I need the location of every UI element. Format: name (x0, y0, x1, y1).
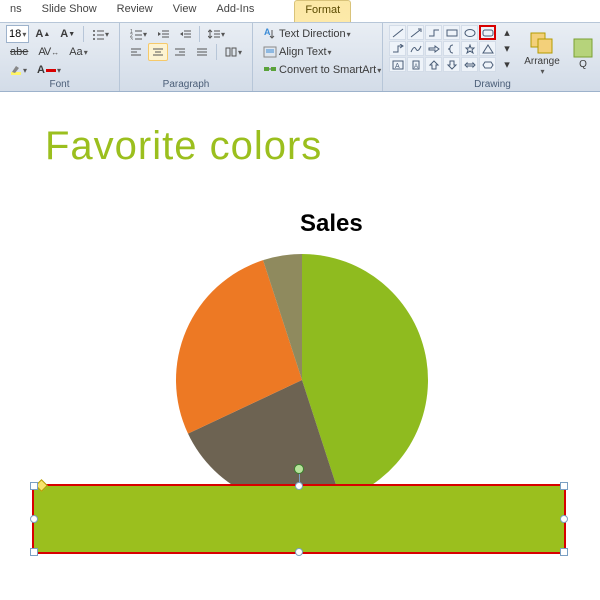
paragraph-group-label: Paragraph (120, 79, 252, 91)
shape-connector[interactable] (425, 25, 442, 40)
font-size-value: 18 (9, 28, 21, 40)
rotation-handle[interactable] (294, 464, 304, 474)
ribbon-tabs: ns Slide Show Review View Add-Ins Format (0, 0, 600, 22)
bullets-button[interactable]: ▾ (88, 25, 113, 43)
tab-view[interactable]: View (163, 0, 207, 22)
svg-text:A: A (414, 64, 418, 70)
svg-text:A: A (264, 27, 271, 37)
quick-styles-icon (572, 37, 594, 59)
text-options-group: A Text Direction▾ Align Text▾ Convert to… (253, 23, 383, 91)
tab-addins[interactable]: Add-Ins (206, 0, 264, 22)
chart-title: Sales (300, 210, 363, 238)
resize-handle-nw[interactable] (30, 482, 38, 490)
font-group: 18▾ A▲ A▼ ▾ abe AV↔ Aa▾ ▾ A▾ Font (0, 23, 120, 91)
shape-line[interactable] (389, 25, 406, 40)
font-color-button[interactable]: A▾ (33, 61, 65, 79)
shape-oval[interactable] (461, 25, 478, 40)
resize-handle-s[interactable] (295, 548, 303, 556)
highlight-button[interactable]: ▾ (6, 61, 31, 79)
shapes-gallery[interactable]: A A (389, 25, 496, 72)
increase-indent-button[interactable] (175, 25, 195, 43)
align-right-button[interactable] (170, 43, 190, 61)
slide-title[interactable]: Favorite colors (45, 124, 322, 169)
convert-smartart-button[interactable]: Convert to SmartArt▾ (259, 61, 385, 79)
justify-button[interactable] (192, 43, 212, 61)
shape-rounded-rect[interactable] (479, 25, 496, 40)
tab-review[interactable]: Review (107, 0, 163, 22)
shapes-scroll-down[interactable]: ▾ (500, 41, 514, 56)
text-direction-icon: A (263, 27, 277, 41)
shape-star[interactable] (461, 41, 478, 56)
resize-handle-e[interactable] (560, 515, 568, 523)
tab-format[interactable]: Format (294, 0, 351, 22)
tab-slideshow[interactable]: Slide Show (32, 0, 107, 22)
align-left-button[interactable] (126, 43, 146, 61)
resize-handle-n[interactable] (295, 482, 303, 490)
change-case-button[interactable]: Aa▾ (65, 43, 91, 61)
char-spacing-button[interactable]: AV↔ (34, 43, 63, 61)
font-group-label: Font (0, 79, 119, 91)
arrange-icon (528, 30, 556, 56)
shape-vtext[interactable]: A (407, 57, 424, 72)
shape-up-arrow[interactable] (425, 57, 442, 72)
line-spacing-button[interactable]: ▾ (204, 25, 229, 43)
decrease-indent-button[interactable] (153, 25, 173, 43)
resize-handle-sw[interactable] (30, 548, 38, 556)
strike-button[interactable]: abe (6, 43, 32, 61)
align-text-button[interactable]: Align Text▾ (259, 43, 336, 61)
resize-handle-w[interactable] (30, 515, 38, 523)
shape-brace[interactable] (443, 41, 460, 56)
shape-freeform[interactable] (407, 41, 424, 56)
shape-triangle[interactable] (479, 41, 496, 56)
slide-canvas: Favorite colors Sales (0, 92, 600, 600)
align-center-button[interactable] (148, 43, 168, 61)
svg-text:3: 3 (130, 37, 133, 40)
shape-hexagon[interactable] (479, 57, 496, 72)
quick-styles-button[interactable]: Q (570, 25, 596, 81)
align-text-icon (263, 45, 277, 59)
svg-text:A: A (395, 63, 400, 70)
paragraph-group: 123▾ ▾ ▾ Paragraph (120, 23, 253, 91)
grow-font-button[interactable]: A▲ (31, 25, 54, 43)
drawing-group-label: Drawing (383, 79, 600, 91)
tab-partial[interactable]: ns (0, 0, 32, 22)
shape-rect[interactable] (443, 25, 460, 40)
smartart-icon (263, 63, 277, 77)
selected-shape[interactable] (33, 485, 565, 553)
shape-textbox[interactable]: A (389, 57, 406, 72)
shape-arrow[interactable] (407, 25, 424, 40)
drawing-group: A A ▴ ▾ ▾ Arrange ▾ Q (383, 23, 600, 91)
text-direction-button[interactable]: A Text Direction▾ (259, 25, 355, 43)
shrink-font-button[interactable]: A▼ (56, 25, 79, 43)
numbering-button[interactable]: 123▾ (126, 25, 151, 43)
resize-handle-ne[interactable] (560, 482, 568, 490)
shapes-more[interactable]: ▾ (500, 57, 514, 72)
arrange-button[interactable]: Arrange ▾ (518, 25, 566, 81)
shapes-scroll-up[interactable]: ▴ (500, 25, 514, 40)
columns-button[interactable]: ▾ (221, 43, 246, 61)
resize-handle-se[interactable] (560, 548, 568, 556)
shape-down-arrow[interactable] (443, 57, 460, 72)
shape-right-arrow[interactable] (425, 41, 442, 56)
shape-double-arrow[interactable] (461, 57, 478, 72)
font-size-box[interactable]: 18▾ (6, 25, 29, 43)
ribbon: 18▾ A▲ A▼ ▾ abe AV↔ Aa▾ ▾ A▾ Font 123▾ ▾ (0, 22, 600, 92)
shape-elbow-arrow[interactable] (389, 41, 406, 56)
